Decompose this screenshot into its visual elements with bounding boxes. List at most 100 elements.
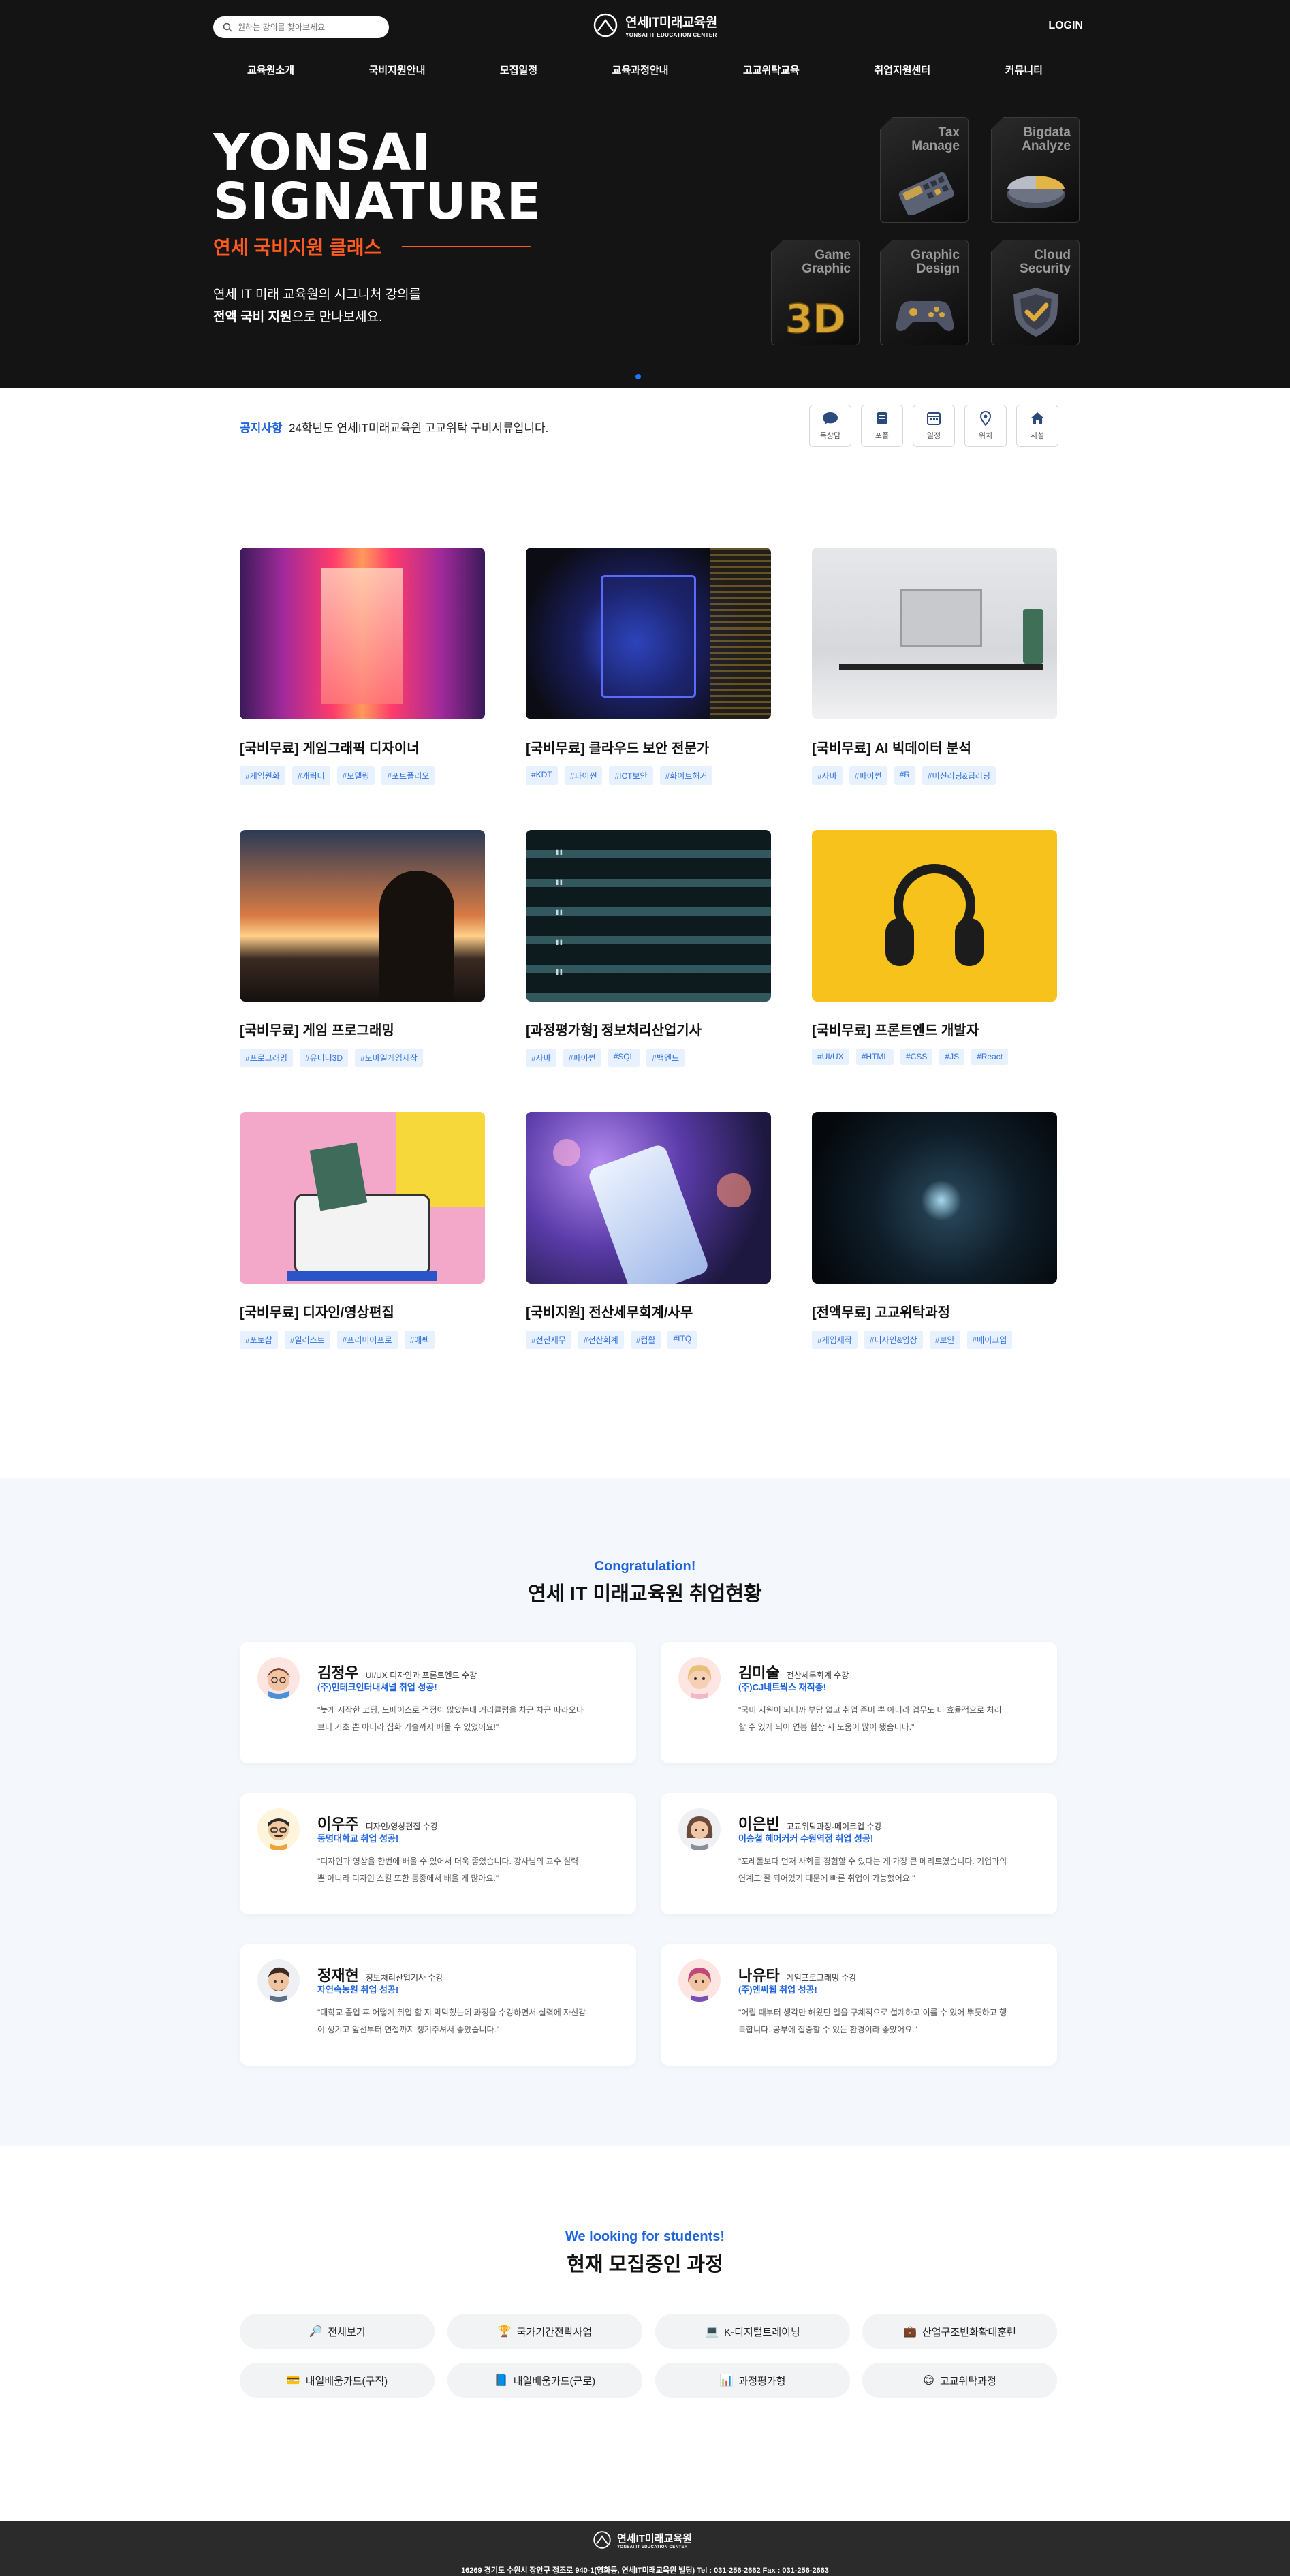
course-tag[interactable]: #게임제작 (812, 1331, 858, 1349)
quick-item-facility[interactable]: 시설 (1016, 405, 1058, 447)
course-title[interactable]: [국비지원] 전산세무회계/사무 (526, 1301, 771, 1321)
course-tag[interactable]: #JS (939, 1049, 965, 1065)
course-thumbnail-dark-particles[interactable] (812, 1112, 1057, 1284)
course-tag[interactable]: #모델링 (336, 766, 375, 785)
nav-item-community[interactable]: 커뮤니티 (1005, 63, 1043, 77)
course-tag[interactable]: #KDT (526, 766, 558, 785)
nav-item-career[interactable]: 취업지원센터 (874, 63, 930, 77)
course-thumbnail-neon-corridor[interactable] (240, 548, 485, 719)
course-tag[interactable]: #ITQ (667, 1331, 697, 1349)
filter-label: 과정평가형 (738, 2375, 786, 2387)
hero-desc-line2: 전액 국비 지원으로 만나보세요. (213, 306, 421, 328)
course-thumbnail-headphones[interactable] (812, 830, 1057, 1002)
course-title[interactable]: [국비무료] 프론트엔드 개발자 (812, 1019, 1057, 1039)
tile-label-line2: Manage (911, 139, 960, 153)
course-tag[interactable]: #프로그래밍 (240, 1049, 293, 1067)
course-thumbnail-sunset-window[interactable] (240, 830, 485, 1002)
course-tag[interactable]: #React (971, 1049, 1009, 1065)
course-tag[interactable]: #캐릭터 (292, 766, 330, 785)
footer-logo[interactable]: 연세IT미래교육원 YONSAI IT EDUCATION CENTER (593, 2530, 692, 2549)
filter-highschool[interactable]: 😊 고교위탁과정 (862, 2363, 1057, 2398)
course-tag[interactable]: #애펙 (404, 1331, 435, 1349)
tile-bigdata-analyze[interactable]: Bigdata Analyze (991, 117, 1080, 223)
course-tag[interactable]: #자바 (812, 766, 843, 785)
tile-cloud-security[interactable]: Cloud Security (991, 240, 1080, 345)
quick-item-location[interactable]: 위치 (964, 405, 1007, 447)
course-tag[interactable]: #일러스트 (284, 1331, 330, 1349)
course-title[interactable]: [전액무료] 고교위탁과정 (812, 1301, 1057, 1321)
course-tag[interactable]: #유니티3D (299, 1049, 349, 1067)
course-tag[interactable]: #CSS (900, 1049, 933, 1065)
tile-graphic-design[interactable]: Graphic Design (880, 240, 969, 345)
course-tag[interactable]: #HTML (855, 1049, 894, 1065)
login-link[interactable]: LOGIN (1048, 20, 1083, 32)
course-tag[interactable]: #자바 (526, 1049, 556, 1067)
filter-industry-change[interactable]: 💼 산업구조변화확대훈련 (862, 2314, 1057, 2349)
course-thumbnail-smartphone-bokeh[interactable] (526, 1112, 771, 1284)
course-thumbnail-toaster-art[interactable] (240, 1112, 485, 1284)
course-tag[interactable]: #포트폴리오 (381, 766, 435, 785)
course-tag[interactable]: #보안 (929, 1331, 960, 1349)
tile-game-graphic[interactable]: Game Graphic 3D (771, 240, 860, 345)
course-card[interactable]: [국비무료] AI 빅데이터 분석 #자바 #파이썬 #R #머신러닝&딥러닝 (812, 548, 1057, 785)
course-tag[interactable]: #R (894, 766, 915, 785)
course-tag[interactable]: #머신러닝&딥러닝 (922, 766, 996, 785)
course-title[interactable]: [국비무료] 디자인/영상편집 (240, 1301, 485, 1321)
carousel-dot[interactable] (635, 374, 641, 379)
course-thumbnail-office-desk[interactable] (812, 548, 1057, 719)
filter-course-evaluation[interactable]: 📊 과정평가형 (655, 2363, 850, 2398)
course-card[interactable]: [국비무료] 디자인/영상편집 #포토샵 #일러스트 #프리미어프로 #애펙 (240, 1112, 485, 1349)
course-tag[interactable]: #파이썬 (563, 1049, 601, 1067)
filter-card-worker[interactable]: 📘 내일배움카드(근로) (447, 2363, 642, 2398)
course-tag[interactable]: #디자인&영상 (864, 1331, 923, 1349)
filter-k-digital[interactable]: 💻 K-디지털트레이닝 (655, 2314, 850, 2349)
page: 연세IT미래교육원 YONSAI IT EDUCATION CENTER LOG… (0, 0, 1290, 2576)
course-tag[interactable]: #전산회계 (578, 1331, 624, 1349)
course-card[interactable]: [국비무료] 게임그래픽 디자이너 #게임원화 #캐릭터 #모델링 #포트폴리오 (240, 548, 485, 785)
course-card[interactable]: [국비무료] 게임 프로그래밍 #프로그래밍 #유니티3D #모바일게임제작 (240, 830, 485, 1067)
course-tag[interactable]: #ICT보안 (609, 766, 653, 785)
course-tags: #자바 #파이썬 #R #머신러닝&딥러닝 (812, 766, 1057, 785)
filter-card-jobseeker[interactable]: 💳 내일배움카드(구직) (240, 2363, 435, 2398)
quick-item-portfolio[interactable]: 포폴 (861, 405, 903, 447)
site-logo[interactable]: 연세IT미래교육원 YONSAI IT EDUCATION CENTER (593, 12, 717, 38)
nav-item-schedule[interactable]: 모집일정 (500, 63, 537, 77)
course-tag[interactable]: #화이트해커 (659, 766, 713, 785)
nav-item-about[interactable]: 교육원소개 (247, 63, 294, 77)
course-tag[interactable]: #프리미어프로 (336, 1331, 398, 1349)
notice-text[interactable]: 24학년도 연세IT미래교육원 고교위탁 구비서류입니다. (289, 418, 548, 435)
search-input[interactable] (238, 22, 374, 32)
course-title[interactable]: [국비무료] 클라우드 보안 전문가 (526, 737, 771, 757)
nav-item-highschool[interactable]: 고교위탁교육 (743, 63, 800, 77)
nav-item-funding[interactable]: 국비지원안내 (369, 63, 426, 77)
course-card[interactable]: [전액무료] 고교위탁과정 #게임제작 #디자인&영상 #보안 #메이크업 (812, 1112, 1057, 1349)
course-tag[interactable]: #파이썬 (564, 766, 603, 785)
course-tag[interactable]: #모바일게임제작 (355, 1049, 423, 1067)
course-tag[interactable]: #백엔드 (646, 1049, 685, 1067)
course-thumbnail-code-screen[interactable]: " " " " " (526, 830, 771, 1002)
course-title[interactable]: [국비무료] 게임 프로그래밍 (240, 1019, 485, 1039)
course-thumbnail-server-room[interactable] (526, 548, 771, 719)
quick-item-consult[interactable]: 독상담 (809, 405, 851, 447)
course-tag[interactable]: #게임원화 (240, 766, 285, 785)
course-title[interactable]: [과정평가형] 정보처리산업기사 (526, 1019, 771, 1039)
filter-all[interactable]: 🔎 전체보기 (240, 2314, 435, 2349)
course-tag[interactable]: #전산세무 (526, 1331, 571, 1349)
course-card[interactable]: [국비무료] 프론트엔드 개발자 #UI/UX #HTML #CSS #JS #… (812, 830, 1057, 1065)
course-tag[interactable]: #컴활 (630, 1331, 661, 1349)
course-tag[interactable]: #UI/UX (812, 1049, 849, 1065)
tile-tax-manage[interactable]: Tax Manage (880, 117, 969, 223)
course-card[interactable]: [국비무료] 클라우드 보안 전문가 #KDT #파이썬 #ICT보안 #화이트… (526, 548, 771, 785)
quick-item-schedule[interactable]: 일정 (913, 405, 955, 447)
course-card[interactable]: [국비지원] 전산세무회계/사무 #전산세무 #전산회계 #컴활 #ITQ (526, 1112, 771, 1349)
course-card[interactable]: " " " " " [과정평가형] 정보처리산업기사 #자바 #파이썬 #SQL #백엔… (526, 830, 771, 1067)
filter-national-strategy[interactable]: 🏆 국가기간전략사업 (447, 2314, 642, 2349)
search-box[interactable] (213, 16, 389, 38)
course-tag[interactable]: #메이크업 (966, 1331, 1013, 1349)
course-title[interactable]: [국비무료] AI 빅데이터 분석 (812, 737, 1057, 757)
nav-item-courses[interactable]: 교육과정안내 (612, 63, 669, 77)
course-title[interactable]: [국비무료] 게임그래픽 디자이너 (240, 737, 485, 757)
course-tag[interactable]: #포토샵 (240, 1331, 278, 1349)
course-tag[interactable]: #파이썬 (849, 766, 887, 785)
course-tag[interactable]: #SQL (608, 1049, 640, 1067)
